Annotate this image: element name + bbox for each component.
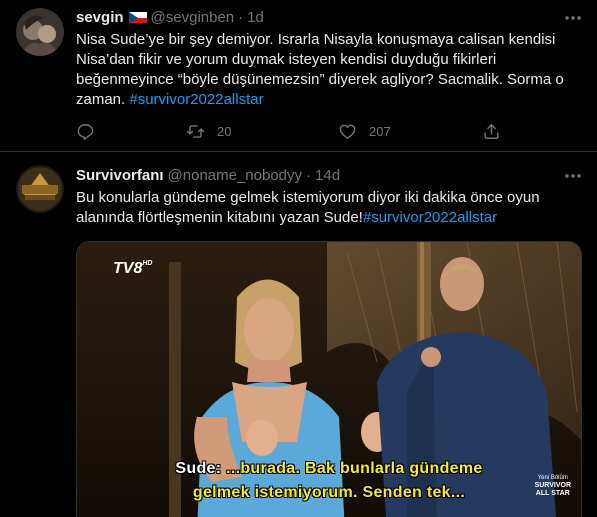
watermark-top: Yeni Bölüm	[537, 475, 568, 481]
like-button[interactable]: 207	[338, 120, 391, 142]
like-icon	[339, 124, 356, 139]
share-icon	[484, 123, 499, 139]
channel-logo-suffix: HD	[142, 260, 153, 267]
channel-logo: TV8HD	[113, 260, 152, 278]
tweet-actions: 20 207	[76, 120, 516, 142]
hashtag-link[interactable]: #survivor2022allstar	[363, 209, 497, 226]
subtitle-text-1: ...burada. Bak bunlarla gündeme	[221, 460, 483, 477]
separator: ·	[306, 166, 312, 184]
tweet[interactable]: Survivorfanı @noname_nobodyy · 14d Bu ko…	[0, 153, 597, 517]
watermark-sub: ALL STAR	[535, 490, 570, 497]
user-handle[interactable]: @sevginben	[151, 9, 235, 26]
more-icon[interactable]	[563, 8, 583, 28]
reply-icon	[77, 123, 94, 140]
user-handle[interactable]: @noname_nobodyy	[168, 167, 303, 184]
video-thumbnail[interactable]: TV8HD Sude: ...burada. Bak bunlarla günd…	[76, 241, 582, 517]
separator: ·	[238, 8, 244, 26]
retweet-icon	[186, 124, 205, 138]
avatar[interactable]	[16, 8, 64, 56]
reply-button[interactable]	[76, 120, 95, 142]
display-name[interactable]: sevgin	[76, 9, 124, 26]
channel-logo-text: TV8	[113, 260, 143, 277]
tweet-header: Survivorfanı @noname_nobodyy · 14d	[76, 165, 340, 185]
more-icon[interactable]	[563, 166, 583, 186]
hashtag-link[interactable]: #survivor2022allstar	[129, 91, 263, 108]
show-watermark: Yeni Bölüm SURVIVOR ALL STAR	[535, 474, 571, 498]
subtitle-line-1: Sude: ...burada. Bak bunlarla gündeme	[77, 460, 581, 478]
subtitle-speaker: Sude:	[175, 460, 222, 477]
share-button[interactable]	[482, 120, 501, 142]
tweet[interactable]: sevgin @sevginben · 1d Nisa Sude’ye bir …	[0, 0, 597, 152]
retweet-count: 20	[217, 123, 232, 139]
tweet-header: sevgin @sevginben · 1d	[76, 7, 264, 27]
timestamp[interactable]: 1d	[247, 9, 264, 26]
tweet-text: Nisa Sude’ye bir şey demiyor. Israrla Ni…	[76, 30, 581, 110]
display-name[interactable]: Survivorfanı	[76, 167, 164, 184]
czech-flag-icon	[128, 11, 147, 23]
subtitle-line-2: gelmek istemiyorum. Senden tek...	[192, 484, 466, 501]
avatar[interactable]	[16, 165, 64, 213]
timestamp[interactable]: 14d	[315, 167, 340, 184]
watermark-main: SURVIVOR	[534, 482, 571, 489]
like-count: 207	[369, 123, 391, 139]
retweet-button[interactable]: 20	[186, 120, 231, 142]
tweet-text: Bu konularla gündeme gelmek istemiyorum …	[76, 188, 581, 228]
